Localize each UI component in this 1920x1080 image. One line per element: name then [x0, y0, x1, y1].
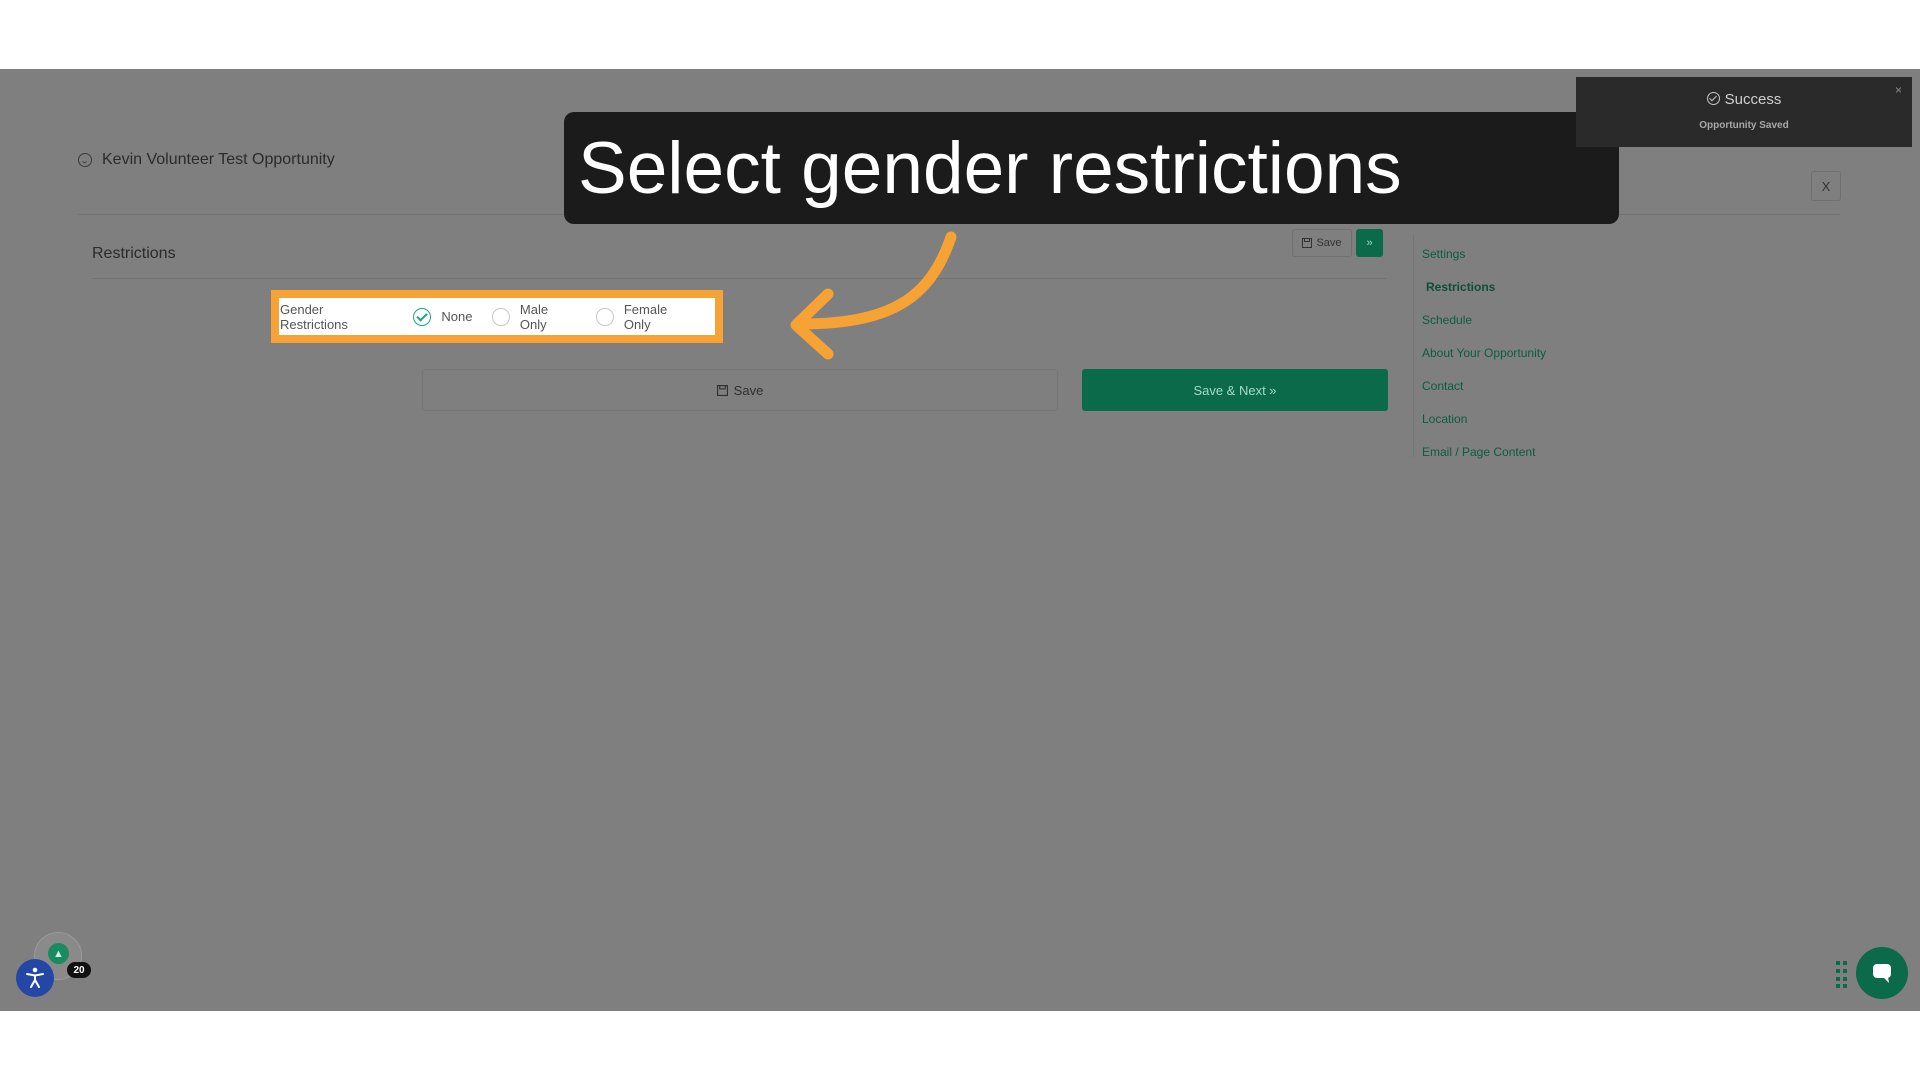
- section-title: Restrictions: [92, 245, 176, 262]
- check-circle-icon: [1706, 92, 1720, 105]
- top-next-button[interactable]: »: [1356, 229, 1383, 257]
- radio-option-female-only[interactable]: Female Only: [596, 302, 695, 332]
- tutorial-callout: Select gender restrictions: [564, 112, 1619, 224]
- gender-restrictions-label: Gender Restrictions: [280, 301, 348, 332]
- side-nav-location[interactable]: Location: [1422, 403, 1546, 436]
- notification-count-badge: 20: [67, 962, 91, 978]
- app-frame: Kevin Volunteer Test Opportunity X Restr…: [0, 69, 1920, 1011]
- side-nav-email-page-content[interactable]: Email / Page Content: [1422, 436, 1546, 469]
- drag-handle-icon[interactable]: [1836, 961, 1848, 989]
- accessibility-icon: [26, 967, 44, 988]
- chat-button[interactable]: [1856, 947, 1908, 999]
- top-save-button[interactable]: Save: [1292, 229, 1352, 257]
- radio-option-male-only[interactable]: Male Only: [492, 302, 576, 332]
- radio-female-only-label: Female Only: [623, 301, 668, 332]
- gender-restrictions-row: Gender Restrictions None Male Only Femal…: [271, 290, 723, 343]
- section-divider: [92, 278, 1387, 279]
- radio-female-only[interactable]: [596, 307, 614, 326]
- radio-male-only[interactable]: [492, 307, 510, 326]
- save-icon: [1302, 238, 1313, 248]
- toast-message: Opportunity Saved: [1699, 120, 1789, 131]
- page-header: Kevin Volunteer Test Opportunity: [78, 151, 335, 169]
- radio-none[interactable]: [413, 307, 432, 326]
- success-toast: × Success Opportunity Saved: [1576, 77, 1912, 147]
- side-nav-about[interactable]: About Your Opportunity: [1422, 337, 1546, 370]
- toast-title: Success: [1576, 91, 1912, 108]
- side-nav-restrictions[interactable]: Restrictions: [1422, 271, 1546, 304]
- close-button[interactable]: X: [1811, 171, 1841, 201]
- smile-icon: [78, 153, 92, 167]
- toast-title-text: Success: [1724, 91, 1782, 108]
- radio-male-only-label: Male Only: [519, 301, 549, 332]
- side-nav-settings[interactable]: Settings: [1422, 238, 1546, 271]
- radio-option-none[interactable]: None: [413, 307, 473, 326]
- arrow-up-icon[interactable]: ▲: [48, 943, 69, 964]
- chat-bubble-icon: [1873, 964, 1891, 983]
- top-save-label: Save: [1316, 237, 1342, 249]
- side-nav-contact[interactable]: Contact: [1422, 370, 1546, 403]
- save-next-button[interactable]: Save & Next »: [1082, 369, 1388, 411]
- page-title: Kevin Volunteer Test Opportunity: [102, 151, 335, 168]
- callout-text: Select gender restrictions: [578, 127, 1402, 209]
- radio-none-label: None: [441, 309, 473, 324]
- save-button-label: Save: [733, 382, 764, 398]
- side-nav: Settings Restrictions Schedule About You…: [1422, 238, 1546, 469]
- pointer-arrow-icon: [790, 231, 957, 360]
- accessibility-button[interactable]: [16, 959, 54, 997]
- side-nav-divider: [1413, 235, 1414, 457]
- side-nav-schedule[interactable]: Schedule: [1422, 304, 1546, 337]
- save-button[interactable]: Save: [422, 369, 1058, 411]
- save-icon: [716, 384, 728, 396]
